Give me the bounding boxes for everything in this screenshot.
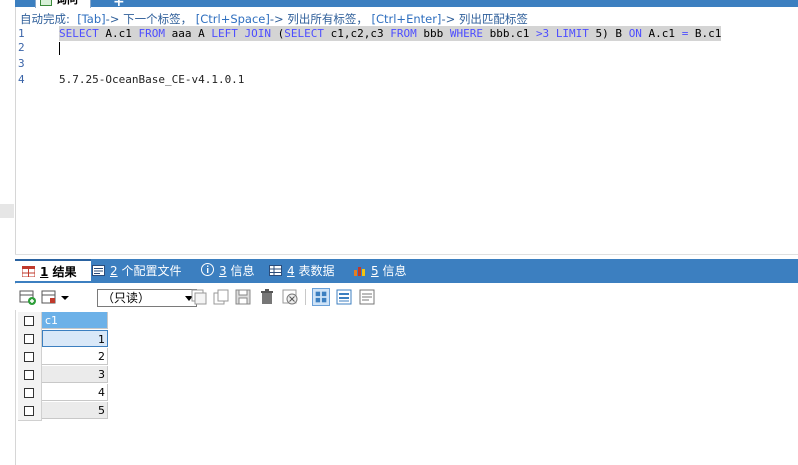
tab-table-data-num: 4 xyxy=(287,264,295,278)
line-number: 2 xyxy=(18,41,25,54)
grid-cell[interactable]: 1 xyxy=(42,330,108,347)
query-tab-bar: 询问 + xyxy=(15,0,798,10)
results-toolbar: （只读） xyxy=(15,284,798,310)
info-chart-icon xyxy=(354,267,365,276)
line-number: 1 xyxy=(18,27,25,40)
tab-results[interactable]: 1 结果 xyxy=(15,259,91,281)
grid-cell[interactable]: 4 xyxy=(42,384,108,401)
text-caret xyxy=(59,42,60,55)
info-icon xyxy=(201,263,214,276)
sql-keyword: SELECT xyxy=(284,27,324,40)
toolbar-divider xyxy=(305,289,306,305)
copy-row-icon[interactable] xyxy=(212,288,230,306)
version-text[interactable]: 5.7.25-OceanBase_CE-v4.1.0.1 xyxy=(59,72,244,87)
sql-text: A.c1 xyxy=(98,27,139,40)
discard-changes-icon[interactable] xyxy=(281,288,299,306)
line-number: 4 xyxy=(18,73,25,86)
checkbox-box xyxy=(24,388,34,398)
sql-keyword: LIMIT xyxy=(555,27,589,40)
tab-info[interactable]: 3 信息 xyxy=(201,259,254,283)
read-only-select-value: （只读） xyxy=(102,291,151,305)
sql-text: bbb xyxy=(416,27,450,40)
sql-keyword: FROM xyxy=(390,27,417,40)
row-checkbox[interactable] xyxy=(18,330,42,349)
row-checkbox[interactable] xyxy=(18,348,42,367)
grid-view-icon[interactable] xyxy=(312,288,330,306)
sql-keyword: FROM xyxy=(138,27,166,40)
tab-profiles-label: 个配置文件 xyxy=(117,264,182,278)
row-checkbox[interactable] xyxy=(18,384,42,403)
sql-keyword: SELECT xyxy=(59,27,99,40)
sql-keyword: LEFT JOIN xyxy=(211,27,271,40)
sql-text: aaa A xyxy=(165,27,212,40)
checkbox-box xyxy=(24,316,34,326)
row-checkbox[interactable] xyxy=(18,402,42,421)
tab-profiles[interactable]: 2 个配置文件 xyxy=(92,259,181,283)
gutter-marker xyxy=(0,204,14,218)
tab-info-label: 信息 xyxy=(226,264,255,278)
sql-keyword: >3 xyxy=(535,27,556,40)
sql-statement[interactable]: SELECT A.c1 FROM aaa A LEFT JOIN (SELECT… xyxy=(59,26,722,41)
sql-editor[interactable]: 1 SELECT A.c1 FROM aaa A LEFT JOIN (SELE… xyxy=(15,24,798,254)
sql-text: ( xyxy=(270,27,285,40)
editor-line-1: 1 SELECT A.c1 FROM aaa A LEFT JOIN (SELE… xyxy=(15,26,798,41)
sql-keyword: ON xyxy=(628,27,642,40)
checkbox-box xyxy=(24,406,34,416)
results-tab-bar: 1 结果 2 个配置文件 3 信息 4 表数据 5 信息 xyxy=(15,259,798,283)
sql-keyword: WHERE xyxy=(449,27,483,40)
tab-query[interactable]: 询问 xyxy=(35,0,91,8)
line-number: 3 xyxy=(18,57,25,70)
checkbox-box xyxy=(24,370,34,380)
sql-text: B.c1 xyxy=(688,27,722,40)
select-all-checkbox[interactable] xyxy=(18,312,42,331)
tab-profiles-num: 2 xyxy=(110,264,118,278)
tab-query-label: 询问 xyxy=(56,0,78,6)
tab-info-2-num: 5 xyxy=(371,264,379,278)
tab-info-num: 3 xyxy=(219,264,227,278)
row-checkbox[interactable] xyxy=(18,366,42,385)
tab-info-2[interactable]: 5 信息 xyxy=(353,259,406,283)
sql-text: 5) B xyxy=(588,27,629,40)
save-icon[interactable] xyxy=(234,288,252,306)
sql-text: A.c1 xyxy=(641,27,682,40)
tab-table-data[interactable]: 4 表数据 xyxy=(269,259,334,283)
editor-line-3: 3 xyxy=(15,56,798,71)
add-tab-button[interactable]: + xyxy=(113,0,125,10)
sql-text: bbb.c1 xyxy=(482,27,536,40)
left-gutter xyxy=(0,0,16,465)
add-row-icon[interactable] xyxy=(19,288,37,306)
duplicate-row-icon[interactable] xyxy=(190,288,208,306)
editor-line-4: 4 5.7.25-OceanBase_CE-v4.1.0.1 xyxy=(15,72,798,87)
tab-info-2-label: 信息 xyxy=(378,264,407,278)
form-view-icon[interactable] xyxy=(335,288,353,306)
sql-text: c1,c2,c3 xyxy=(323,27,391,40)
text-view-icon[interactable] xyxy=(358,288,376,306)
grid-result-icon xyxy=(22,266,35,277)
grid-cell[interactable]: 3 xyxy=(42,366,108,383)
delete-icon[interactable] xyxy=(258,288,276,306)
query-icon xyxy=(40,0,52,6)
editor-line-2: 2 xyxy=(15,40,798,55)
table-data-icon xyxy=(269,265,282,276)
grid-cell[interactable]: 2 xyxy=(42,348,108,365)
read-only-select[interactable]: （只读） xyxy=(97,289,197,307)
export-icon[interactable] xyxy=(41,288,59,306)
tab-results-label: 结果 xyxy=(48,265,77,279)
profile-icon xyxy=(92,265,105,276)
column-header-c1[interactable]: c1 xyxy=(42,312,108,329)
checkbox-box xyxy=(24,334,34,344)
tab-table-data-label: 表数据 xyxy=(294,264,335,278)
grid-cell[interactable]: 5 xyxy=(42,402,108,419)
checkbox-box xyxy=(24,352,34,362)
chevron-down-icon[interactable] xyxy=(59,288,71,306)
